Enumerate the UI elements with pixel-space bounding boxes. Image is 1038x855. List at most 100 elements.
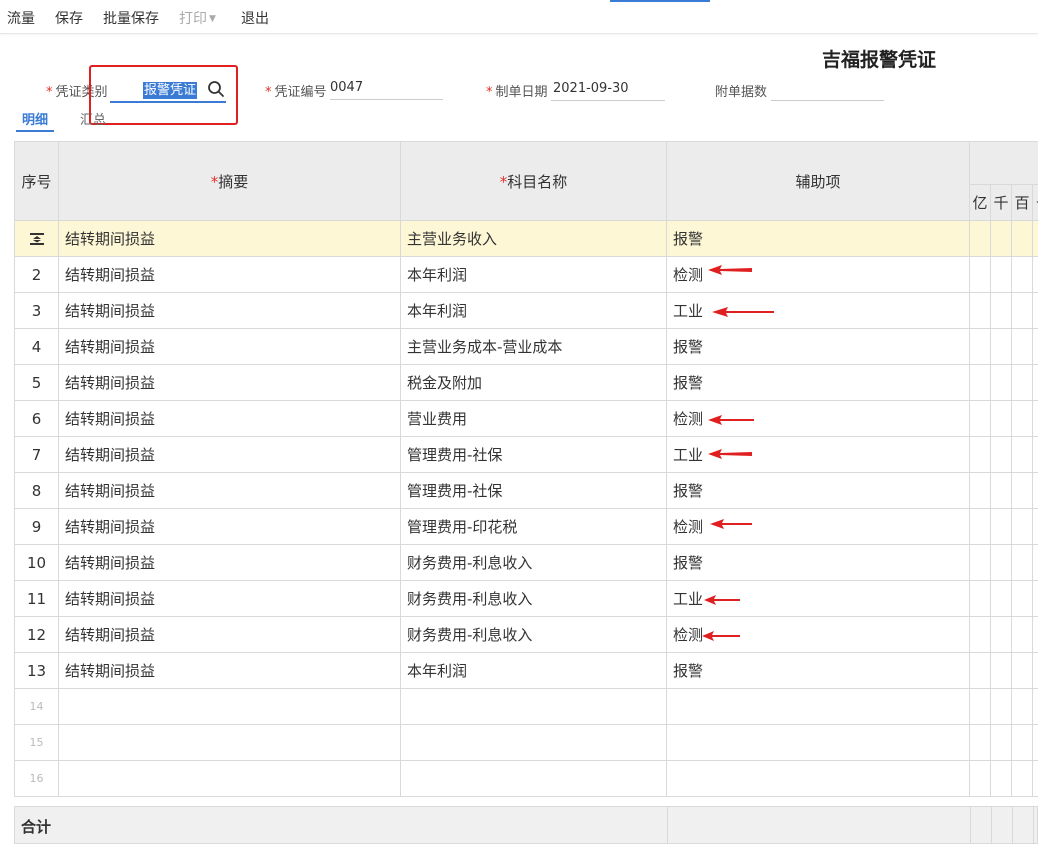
- amount-cell[interactable]: [990, 688, 1012, 725]
- amount-cell[interactable]: [1011, 760, 1033, 797]
- amount-cell[interactable]: [969, 652, 991, 689]
- account-cell[interactable]: [400, 724, 667, 761]
- voucher-number-field[interactable]: 0047: [330, 79, 443, 100]
- account-cell[interactable]: 财务费用-利息收入: [400, 616, 667, 653]
- amount-cell[interactable]: [1011, 616, 1033, 653]
- amount-cell[interactable]: [990, 508, 1012, 545]
- account-cell[interactable]: [400, 760, 667, 797]
- table-row[interactable]: 5 结转期间损益 税金及附加 报警: [14, 364, 1038, 401]
- account-cell[interactable]: 营业费用: [400, 400, 667, 437]
- table-row[interactable]: 10 结转期间损益 财务费用-利息收入 报警: [14, 544, 1038, 581]
- amount-cell[interactable]: [969, 544, 991, 581]
- aux-cell[interactable]: 报警: [666, 472, 970, 509]
- summary-cell[interactable]: 结转期间损益: [58, 472, 401, 509]
- amount-cell[interactable]: [1011, 256, 1033, 293]
- amount-cell[interactable]: [1032, 220, 1038, 257]
- attach-count-field[interactable]: [771, 80, 884, 101]
- account-cell[interactable]: 主营业务收入: [400, 220, 667, 257]
- amount-cell[interactable]: [969, 508, 991, 545]
- table-row[interactable]: 2 结转期间损益 本年利润 检测: [14, 256, 1038, 293]
- exit-button[interactable]: 退出: [241, 8, 269, 28]
- amount-cell[interactable]: [1032, 688, 1038, 725]
- amount-cell[interactable]: [990, 616, 1012, 653]
- amount-cell[interactable]: [1011, 328, 1033, 365]
- amount-cell[interactable]: [969, 220, 991, 257]
- amount-cell[interactable]: [1032, 616, 1038, 653]
- account-cell[interactable]: 本年利润: [400, 256, 667, 293]
- table-row[interactable]: 6 结转期间损益 营业费用 检测: [14, 400, 1038, 437]
- flow-button[interactable]: 流量: [7, 8, 35, 28]
- amount-cell[interactable]: [1032, 544, 1038, 581]
- amount-cell[interactable]: [1032, 400, 1038, 437]
- summary-cell[interactable]: [58, 760, 401, 797]
- amount-cell[interactable]: [990, 760, 1012, 797]
- amount-cell[interactable]: [1032, 292, 1038, 329]
- summary-cell[interactable]: 结转期间损益: [58, 364, 401, 401]
- aux-cell[interactable]: [666, 724, 970, 761]
- amount-cell[interactable]: [990, 580, 1012, 617]
- table-row-empty[interactable]: 16: [14, 760, 1038, 797]
- table-row[interactable]: 12 结转期间损益 财务费用-利息收入 检测: [14, 616, 1038, 653]
- amount-cell[interactable]: [969, 760, 991, 797]
- amount-cell[interactable]: [1032, 760, 1038, 797]
- save-button[interactable]: 保存: [55, 8, 83, 28]
- tab-summary[interactable]: 汇总: [80, 109, 106, 128]
- amount-cell[interactable]: [990, 472, 1012, 509]
- amount-cell[interactable]: [1011, 688, 1033, 725]
- summary-cell[interactable]: 结转期间损益: [58, 544, 401, 581]
- amount-cell[interactable]: [969, 400, 991, 437]
- row-insert-cell[interactable]: [14, 220, 59, 257]
- amount-cell[interactable]: [969, 580, 991, 617]
- account-cell[interactable]: 财务费用-利息收入: [400, 580, 667, 617]
- amount-cell[interactable]: [990, 220, 1012, 257]
- account-cell[interactable]: 管理费用-社保: [400, 472, 667, 509]
- tab-detail[interactable]: 明细: [22, 109, 48, 128]
- print-button[interactable]: 打印 ▼: [179, 8, 216, 28]
- summary-cell[interactable]: 结转期间损益: [58, 508, 401, 545]
- summary-cell[interactable]: 结转期间损益: [58, 328, 401, 365]
- aux-cell[interactable]: 报警: [666, 328, 970, 365]
- summary-cell[interactable]: 结转期间损益: [58, 652, 401, 689]
- amount-cell[interactable]: [969, 436, 991, 473]
- amount-cell[interactable]: [1032, 580, 1038, 617]
- account-cell[interactable]: 本年利润: [400, 652, 667, 689]
- amount-cell[interactable]: [1011, 292, 1033, 329]
- amount-cell[interactable]: [1011, 724, 1033, 761]
- account-cell[interactable]: [400, 688, 667, 725]
- amount-cell[interactable]: [1032, 724, 1038, 761]
- table-row[interactable]: 11 结转期间损益 财务费用-利息收入 工业: [14, 580, 1038, 617]
- amount-cell[interactable]: [1011, 436, 1033, 473]
- amount-cell[interactable]: [1011, 400, 1033, 437]
- amount-cell[interactable]: [969, 256, 991, 293]
- account-cell[interactable]: 主营业务成本-营业成本: [400, 328, 667, 365]
- summary-cell[interactable]: 结转期间损益: [58, 436, 401, 473]
- table-row[interactable]: 9 结转期间损益 管理费用-印花税 检测: [14, 508, 1038, 545]
- insert-row-icon[interactable]: [29, 231, 45, 247]
- amount-cell[interactable]: [1032, 436, 1038, 473]
- table-row[interactable]: 8 结转期间损益 管理费用-社保 报警: [14, 472, 1038, 509]
- amount-cell[interactable]: [1032, 364, 1038, 401]
- amount-cell[interactable]: [1011, 508, 1033, 545]
- amount-cell[interactable]: [990, 364, 1012, 401]
- amount-cell[interactable]: [990, 436, 1012, 473]
- summary-cell[interactable]: 结转期间损益: [58, 220, 401, 257]
- summary-cell[interactable]: 结转期间损益: [58, 400, 401, 437]
- summary-cell[interactable]: [58, 688, 401, 725]
- table-row[interactable]: 4 结转期间损益 主营业务成本-营业成本 报警: [14, 328, 1038, 365]
- batch-save-button[interactable]: 批量保存: [103, 8, 159, 28]
- amount-cell[interactable]: [990, 292, 1012, 329]
- date-field[interactable]: 2021-09-30: [551, 80, 665, 101]
- summary-cell[interactable]: 结转期间损益: [58, 580, 401, 617]
- amount-cell[interactable]: [1011, 364, 1033, 401]
- amount-cell[interactable]: [990, 544, 1012, 581]
- aux-cell[interactable]: 报警: [666, 652, 970, 689]
- summary-cell[interactable]: 结转期间损益: [58, 292, 401, 329]
- table-row[interactable]: 3 结转期间损益 本年利润 工业: [14, 292, 1038, 329]
- aux-cell[interactable]: 报警: [666, 544, 970, 581]
- amount-cell[interactable]: [990, 724, 1012, 761]
- account-cell[interactable]: 管理费用-印花税: [400, 508, 667, 545]
- account-cell[interactable]: 本年利润: [400, 292, 667, 329]
- amount-cell[interactable]: [969, 724, 991, 761]
- amount-cell[interactable]: [1011, 652, 1033, 689]
- table-row-empty[interactable]: 14: [14, 688, 1038, 725]
